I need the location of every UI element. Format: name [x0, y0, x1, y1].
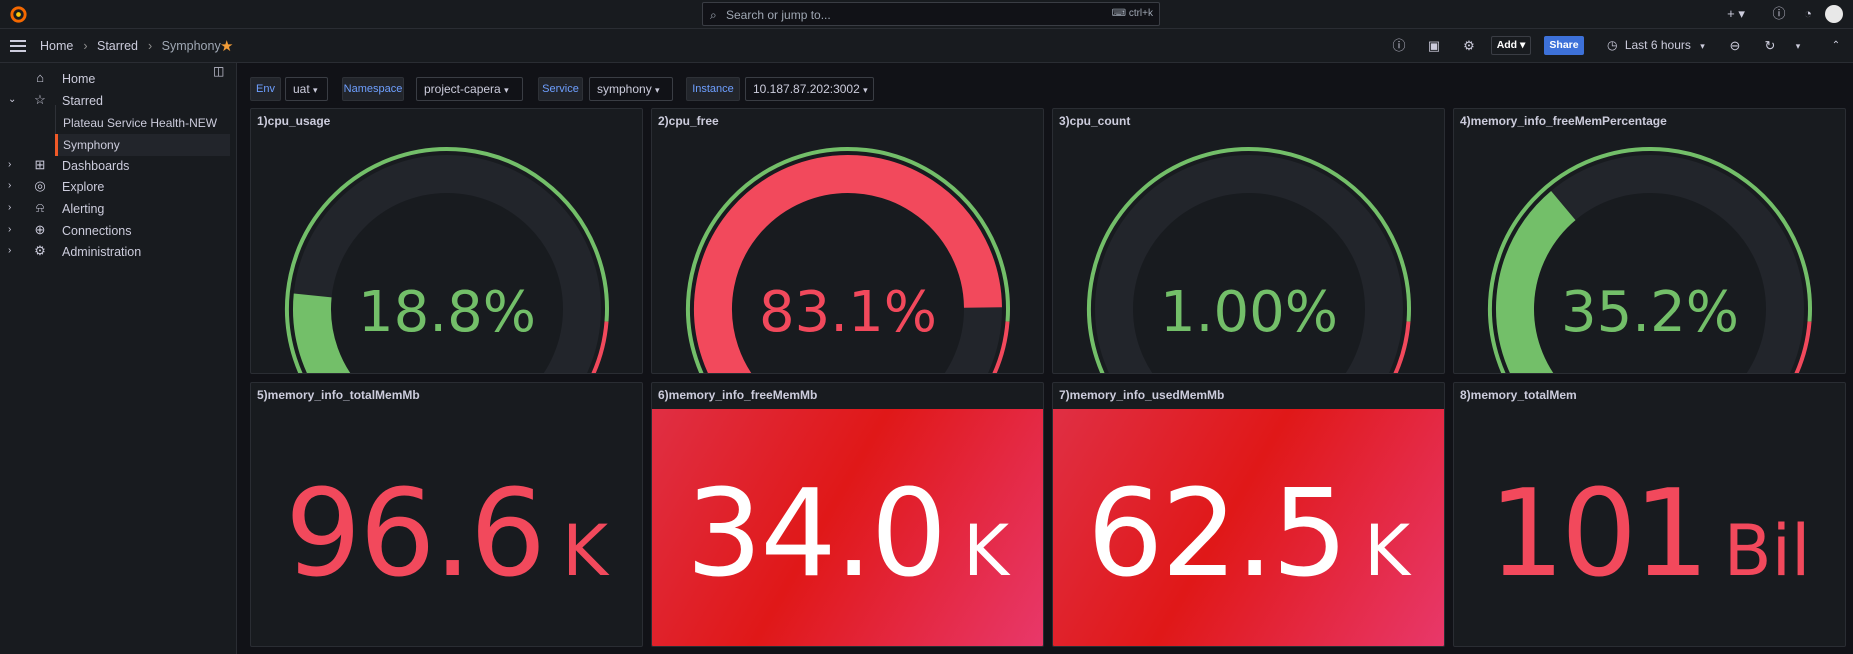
- gauge-value-text: 35.2%: [1561, 280, 1739, 345]
- panel-memory-free-mem-mb[interactable]: 6)memory_info_freeMemMb 34.0 K: [651, 382, 1044, 647]
- chevron-down-icon[interactable]: ⌄: [8, 94, 16, 105]
- gauge-value-text: 1.00%: [1160, 280, 1338, 345]
- dashboard-info-icon[interactable]: ⓘ: [1391, 38, 1407, 54]
- sidebar-subitem-plateau[interactable]: Plateau Service Health-NEW: [55, 112, 230, 134]
- collapse-chevron-up-icon[interactable]: ⌃: [1828, 38, 1844, 54]
- gauge-value-arc: [293, 293, 351, 373]
- chevron-right-icon[interactable]: ›: [8, 180, 11, 191]
- stat-value: 34.0 K: [685, 465, 1010, 604]
- breadcrumb-symphony: Symphony: [161, 39, 221, 53]
- variable-select-service[interactable]: symphony ▾: [589, 77, 673, 101]
- chevron-down-icon: ▾: [1700, 41, 1705, 51]
- home-icon: ⌂: [36, 70, 44, 85]
- panel-memory-total-mem[interactable]: 8)memory_totalMem 101 Bil: [1453, 382, 1846, 647]
- dashboards-icon: ⊞: [34, 157, 46, 172]
- search-input[interactable]: ⌕ Search or jump to... ⌨ ctrl+k: [702, 2, 1160, 26]
- dashboard-nav-bar: Home › Starred › Symphony ★ ⓘ ▣ ⚙ Add ▾ Sh…: [0, 29, 1853, 63]
- variable-label-namespace: Namespace: [342, 77, 404, 101]
- panel-title: 8)memory_totalMem: [1460, 388, 1577, 402]
- save-icon[interactable]: ▣: [1426, 38, 1442, 54]
- search-icon: ⌕: [710, 8, 717, 22]
- sidebar-item-explore[interactable]: › ◎ Explore: [0, 176, 236, 198]
- chevron-right-icon[interactable]: ›: [8, 245, 11, 256]
- panel-memory-used-mem-mb[interactable]: 7)memory_info_usedMemMb 62.5 K: [1052, 382, 1445, 647]
- variable-select-env[interactable]: uat ▾: [285, 77, 328, 101]
- favorite-star-icon[interactable]: ★: [220, 37, 233, 55]
- top-bar: ⌕ Search or jump to... ⌨ ctrl+k + ▾ ⓘ ◔: [0, 0, 1853, 29]
- variable-select-namespace[interactable]: project-capera ▾: [416, 77, 523, 101]
- panel-memory-total-mem-mb[interactable]: 5)memory_info_totalMemMb 96.6 K: [250, 382, 643, 647]
- chevron-right-icon[interactable]: ›: [8, 159, 11, 170]
- chevron-right-icon[interactable]: ›: [8, 224, 11, 235]
- news-feed-icon[interactable]: ◔: [1800, 6, 1816, 22]
- time-range-picker[interactable]: ◷ Last 6 hours ▾: [1607, 38, 1705, 52]
- compass-icon: ◎: [34, 178, 46, 193]
- new-plus-icon[interactable]: + ▾: [1723, 6, 1749, 22]
- variable-label-service: Service: [538, 77, 583, 101]
- grafana-logo-icon[interactable]: [9, 5, 28, 24]
- gauge-value-arc: [1496, 190, 1576, 373]
- chevron-right-icon[interactable]: ›: [8, 202, 11, 213]
- settings-gear-icon[interactable]: ⚙: [1461, 38, 1477, 54]
- panel-title: 6)memory_info_freeMemMb: [658, 388, 818, 402]
- avatar[interactable]: [1825, 5, 1843, 23]
- refresh-icon[interactable]: ↻: [1762, 38, 1778, 54]
- search-placeholder: Search or jump to...: [726, 8, 831, 22]
- zoom-out-icon[interactable]: ⊖: [1727, 38, 1743, 54]
- gauge-value-text: 83.1%: [759, 280, 937, 345]
- sidebar-item-administration[interactable]: › ⚙ Administration: [0, 241, 236, 263]
- panel-title: 7)memory_info_usedMemMb: [1059, 388, 1225, 402]
- panel-cpu-count[interactable]: 3)cpu_count 1.00%: [1052, 108, 1445, 374]
- gauge-memory-free-percentage: 35.2%: [1488, 147, 1812, 373]
- sidebar-item-connections[interactable]: › ⊕ Connections: [0, 220, 236, 242]
- refresh-interval-chevron-icon[interactable]: ▾: [1790, 38, 1806, 54]
- breadcrumb: Home › Starred › Symphony: [40, 39, 221, 53]
- panel-cpu-usage[interactable]: 1)cpu_usage 18.8%: [250, 108, 643, 374]
- search-shortcut: ⌨ ctrl+k: [1111, 8, 1153, 19]
- breadcrumb-home[interactable]: Home: [40, 39, 73, 53]
- sidebar-item-dashboards[interactable]: › ⊞ Dashboards: [0, 155, 236, 177]
- sidebar: ◫ ⌂ Home ⌄ ☆ Starred Plateau Service Hea…: [0, 63, 237, 654]
- variable-label-env: Env: [250, 77, 281, 101]
- sidebar-item-home[interactable]: ⌂ Home: [0, 68, 236, 90]
- variable-label-instance: Instance: [686, 77, 740, 101]
- gauge-value-text: 18.8%: [358, 280, 536, 345]
- bell-icon: ⍾: [35, 200, 45, 215]
- share-button[interactable]: Share: [1544, 36, 1584, 55]
- sidebar-item-alerting[interactable]: › ⍾ Alerting: [0, 198, 236, 220]
- stat-value: 62.5 K: [1086, 465, 1411, 604]
- breadcrumb-starred[interactable]: Starred: [97, 39, 138, 53]
- stat-value: 101 Bil: [1488, 465, 1811, 604]
- sidebar-item-starred[interactable]: ⌄ ☆ Starred: [0, 90, 236, 112]
- panel-title: 5)memory_info_totalMemMb: [257, 388, 420, 402]
- gear-icon: ⚙: [34, 243, 46, 258]
- plug-icon: ⊕: [34, 222, 46, 237]
- gauge-cpu-count: 1.00%: [1087, 147, 1411, 373]
- stat-value: 96.6 K: [284, 465, 609, 604]
- clock-icon: ◷: [1607, 38, 1618, 52]
- sidebar-subitem-symphony[interactable]: Symphony: [55, 134, 230, 156]
- star-icon: ☆: [34, 92, 46, 107]
- variable-select-instance[interactable]: 10.187.87.202:3002 ▾: [745, 77, 874, 101]
- help-icon[interactable]: ⓘ: [1771, 6, 1787, 22]
- add-button[interactable]: Add ▾: [1491, 36, 1531, 55]
- gauge-cpu-usage: 18.8%: [285, 147, 609, 373]
- panel-cpu-free[interactable]: 2)cpu_free 83.1%: [651, 108, 1044, 374]
- menu-icon[interactable]: [10, 40, 26, 52]
- panel-memory-free-percentage[interactable]: 4)memory_info_freeMemPercentage 35.2%: [1453, 108, 1846, 374]
- gauge-cpu-free: 83.1%: [686, 147, 1010, 373]
